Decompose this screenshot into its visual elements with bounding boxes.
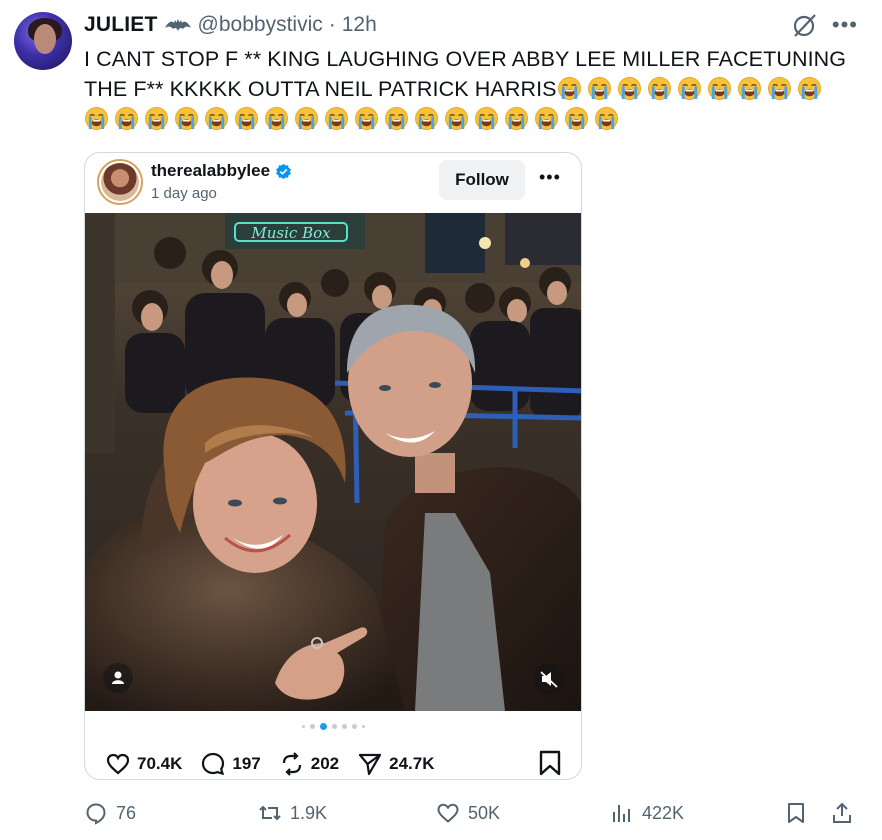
carousel-dot xyxy=(341,724,347,729)
user-tag-icon[interactable] xyxy=(103,663,133,693)
carousel-dot xyxy=(361,725,365,728)
loudly-crying-face-icon xyxy=(647,77,671,100)
loudly-crying-face-icon xyxy=(295,107,318,130)
loudly-crying-face-icon xyxy=(535,107,558,130)
embed-username-row: therealabbylee xyxy=(151,161,292,181)
carousel-dot xyxy=(331,724,337,729)
emoji-row xyxy=(84,104,854,134)
loudly-crying-face-icon xyxy=(85,107,108,130)
author-handle[interactable]: @bobbystivic xyxy=(198,13,323,37)
tweet[interactable]: JULIET @bobbystivic · 12h ••• I CANT STO… xyxy=(0,0,882,840)
embed-repost-count: 202 xyxy=(310,754,340,773)
more-icon[interactable]: ••• xyxy=(832,14,858,36)
views-button[interactable]: 422K xyxy=(610,796,684,830)
embed-more-icon[interactable]: ••• xyxy=(539,167,561,188)
embed-avatar[interactable] xyxy=(97,159,143,205)
loudly-crying-face-icon xyxy=(385,107,408,130)
author-avatar[interactable] xyxy=(14,12,72,70)
loudly-crying-face-icon xyxy=(797,77,821,100)
loudly-crying-face-icon xyxy=(767,77,791,100)
embed-photo[interactable]: Music Box xyxy=(85,213,581,711)
heart-icon xyxy=(106,753,130,775)
views-icon xyxy=(613,805,630,822)
loudly-crying-face-icon xyxy=(175,107,198,130)
carousel-dot xyxy=(309,724,315,729)
loudly-crying-face-icon xyxy=(677,77,701,100)
like-count: 50K xyxy=(468,802,501,823)
photo-illustration: Music Box xyxy=(85,213,581,711)
reply-count: 76 xyxy=(116,802,137,823)
grok-icon[interactable] xyxy=(792,12,818,38)
reply-button[interactable]: 76 xyxy=(84,796,136,830)
embed-comment-count: 197 xyxy=(232,754,261,773)
loudly-crying-face-icon xyxy=(265,107,288,130)
loudly-crying-face-icon xyxy=(445,107,468,130)
retweet-count: 1.9K xyxy=(290,802,328,823)
bookmark-icon xyxy=(788,803,804,823)
embed-share-count: 24.7K xyxy=(389,754,435,773)
neon-sign-text: Music Box xyxy=(250,224,331,242)
embed-username[interactable]: therealabbylee xyxy=(151,161,270,181)
bat-icon xyxy=(164,19,191,31)
loudly-crying-face-icon xyxy=(325,107,348,130)
loudly-crying-face-icon xyxy=(595,107,618,130)
loudly-crying-face-icon xyxy=(355,107,378,130)
retweet-button[interactable]: 1.9K xyxy=(258,796,327,830)
embed-like-button[interactable]: 70.4K xyxy=(105,751,182,777)
timestamp[interactable]: 12h xyxy=(342,13,377,37)
loudly-crying-face-icon xyxy=(587,77,611,100)
reply-icon xyxy=(86,803,106,825)
loudly-crying-face-icon xyxy=(707,77,731,100)
loudly-crying-face-icon xyxy=(145,107,168,130)
embed-bookmark-icon[interactable] xyxy=(537,749,563,777)
embed-comment-button[interactable]: 197 xyxy=(200,751,261,777)
loudly-crying-face-icon xyxy=(617,77,641,100)
tweet-text: I CANT STOP F ** KING LAUGHING OVER ABBY… xyxy=(84,44,854,134)
loudly-crying-face-icon xyxy=(505,107,528,130)
loudly-crying-face-icon xyxy=(737,77,761,100)
loudly-crying-face-icon xyxy=(205,107,228,130)
embed-like-count: 70.4K xyxy=(137,754,183,773)
follow-button[interactable]: Follow xyxy=(439,160,525,200)
embed-repost-button[interactable]: 202 xyxy=(279,751,339,777)
tweet-text-line-1: I CANT STOP F ** KING LAUGHING OVER ABBY… xyxy=(84,47,847,71)
carousel-indicator xyxy=(85,723,581,730)
send-icon xyxy=(359,753,382,776)
carousel-dot xyxy=(301,725,305,728)
embed-time: 1 day ago xyxy=(151,185,217,202)
repost-icon xyxy=(282,752,301,776)
author-display-name[interactable]: JULIET xyxy=(84,13,158,37)
tweet-action-bar: 76 1.9K 50K 422K xyxy=(84,796,864,830)
tweet-text-line-2-text: THE F** KKKKK OUTTA NEIL PATRICK HARRIS xyxy=(84,77,557,101)
retweet-icon xyxy=(259,805,281,821)
tweet-text-line-2: THE F** KKKKK OUTTA NEIL PATRICK HARRIS xyxy=(84,74,854,104)
embed-header: therealabbylee 1 day ago Follow ••• xyxy=(85,153,581,213)
embedded-post-card[interactable]: therealabbylee 1 day ago Follow ••• Musi… xyxy=(84,152,582,780)
carousel-dot xyxy=(319,723,327,730)
carousel-dot xyxy=(351,724,357,729)
embed-actions: 70.4K 197 202 24.7K xyxy=(105,749,453,779)
emoji-row xyxy=(557,77,827,101)
verified-icon xyxy=(276,163,292,179)
share-button[interactable] xyxy=(830,796,854,830)
bookmark-button[interactable] xyxy=(784,796,808,830)
loudly-crying-face-icon xyxy=(115,107,138,130)
mute-icon[interactable] xyxy=(533,663,565,695)
comment-icon xyxy=(202,752,225,776)
loudly-crying-face-icon xyxy=(415,107,438,130)
heart-icon xyxy=(437,803,459,823)
share-icon xyxy=(833,802,851,823)
loudly-crying-face-icon xyxy=(475,107,498,130)
embed-share-button[interactable]: 24.7K xyxy=(357,751,435,777)
loudly-crying-face-icon xyxy=(557,77,581,100)
loudly-crying-face-icon xyxy=(235,107,258,130)
tweet-header: JULIET @bobbystivic · 12h xyxy=(84,12,377,38)
like-button[interactable]: 50K xyxy=(436,796,500,830)
loudly-crying-face-icon xyxy=(565,107,588,130)
tweet-top-right: ••• xyxy=(792,12,858,38)
separator: · xyxy=(328,13,336,36)
views-count: 422K xyxy=(642,802,685,823)
